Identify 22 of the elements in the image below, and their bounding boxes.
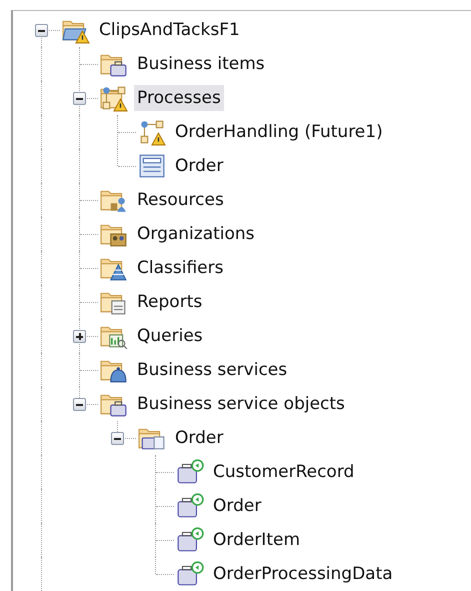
tree-item[interactable]: Organizations	[134, 221, 258, 247]
tree-item[interactable]: CustomerRecord	[210, 459, 358, 485]
tree-item[interactable]: ClipsAndTacksF1	[96, 17, 243, 43]
tree-item[interactable]: Order	[210, 493, 264, 519]
expander-button[interactable]	[73, 92, 86, 105]
tree-item[interactable]: OrderProcessingData	[210, 561, 396, 587]
expander-button[interactable]	[73, 398, 86, 411]
expander-button[interactable]	[35, 24, 48, 37]
tree-item[interactable]: Business service objects	[134, 391, 348, 417]
expander-button[interactable]	[111, 432, 124, 445]
tree-item[interactable]: Order	[172, 425, 226, 451]
tree-item[interactable]: Classifiers	[134, 255, 226, 281]
tree-item[interactable]: Business services	[134, 357, 290, 383]
tree-item[interactable]: Resources	[134, 187, 227, 213]
tree-item[interactable]: OrderItem	[210, 527, 304, 553]
tree-item[interactable]: Reports	[134, 289, 206, 315]
expander-button[interactable]	[73, 330, 86, 343]
tree-item[interactable]: Order	[172, 153, 226, 179]
tree-item[interactable]: Processes	[134, 85, 224, 111]
tree-item[interactable]: OrderHandling (Future1)	[172, 119, 386, 145]
tree-item[interactable]: Queries	[134, 323, 206, 349]
tree-item[interactable]: Business items	[134, 51, 268, 77]
